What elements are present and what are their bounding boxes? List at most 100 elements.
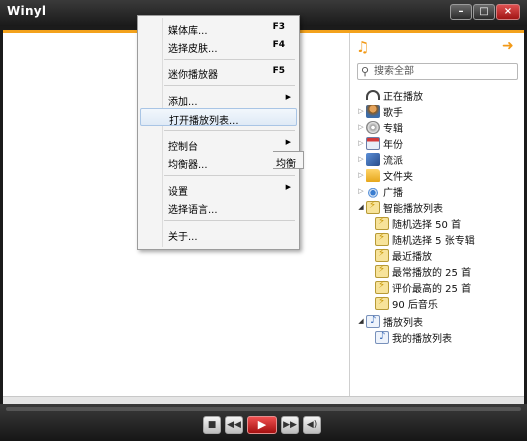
menu-item-label: 选择皮肤... (168, 44, 218, 55)
menu-item-mini-player[interactable]: 迷你播放器 F5 (140, 63, 297, 81)
tree-expander[interactable]: ◢ (356, 203, 366, 211)
tree-item-smart-child[interactable]: 评价最高的 25 首 (375, 279, 471, 295)
tree-expander[interactable]: ▷ (356, 155, 366, 163)
tree-item-folder[interactable]: ▷ 文件夹 (356, 167, 413, 183)
submenu-fragment-label: 均衡 (276, 159, 296, 170)
tree-expander[interactable]: ◢ (356, 317, 366, 325)
menu-item-about[interactable]: 关于... (140, 225, 297, 243)
tree-item-year[interactable]: ▷ 年份 (356, 135, 403, 151)
close-button[interactable]: × (496, 4, 520, 20)
app-title: Winyl (7, 4, 47, 18)
seek-bar[interactable] (6, 407, 521, 411)
tree-item-now-playing[interactable]: 正在播放 (356, 87, 423, 103)
menu-item-label: 选择语言... (168, 205, 218, 216)
submenu-arrow-icon: ▶ (285, 93, 291, 101)
maximize-icon: □ (479, 6, 489, 17)
library-pane: ♫ ➜ ⚲ 正在播放 ▷ 歌手 ▷ 专辑 ▷ (350, 33, 524, 396)
tree-expander[interactable]: ▷ (356, 107, 366, 115)
radio-icon (366, 184, 380, 198)
menu-item-label: 迷你播放器 (168, 70, 218, 81)
smartlist-icon (375, 296, 389, 310)
tree-item-label: 随机选择 50 首 (392, 219, 462, 231)
submenu-arrow-icon: ▶ (285, 183, 291, 191)
playlist-icon (375, 330, 389, 344)
arrow-right-icon[interactable]: ➜ (502, 39, 516, 53)
search-box[interactable]: ⚲ (357, 63, 518, 80)
tree-expander[interactable]: ▷ (356, 171, 366, 179)
minimize-icon: – (458, 6, 464, 17)
menu-item-label: 媒体库... (168, 26, 208, 37)
minimize-button[interactable]: – (450, 4, 472, 20)
tree-item-playlist-child[interactable]: 我的播放列表 (375, 329, 452, 345)
menu-item-add[interactable]: 添加... ▶ (140, 90, 297, 108)
tree-item-label: 90 后音乐 (392, 299, 438, 311)
menu-separator (164, 130, 295, 131)
tree-item-label: 随机选择 5 张专辑 (392, 235, 475, 247)
search-icon: ⚲ (361, 65, 370, 78)
playback-bar: ■ ◀◀ ▶ ▶▶ ◀) (0, 404, 527, 441)
smartlist-icon (375, 280, 389, 294)
tree-expander[interactable]: ▷ (356, 123, 366, 131)
menu-separator (164, 175, 295, 176)
tree-item-label: 广播 (383, 187, 403, 199)
genre-icon (366, 152, 380, 166)
calendar-icon (366, 136, 380, 150)
search-input[interactable] (374, 65, 514, 78)
music-note-icon[interactable]: ♫ (356, 39, 370, 55)
submenu-arrow-icon: ▶ (285, 138, 291, 146)
tree-item-label: 正在播放 (383, 91, 423, 103)
menu-item-shortcut: F3 (272, 22, 285, 32)
playback-controls: ■ ◀◀ ▶ ▶▶ ◀) (203, 416, 321, 434)
volume-button[interactable]: ◀) (303, 416, 321, 434)
menu-item-skin[interactable]: 选择皮肤... F4 (140, 37, 297, 55)
tree-item-radio[interactable]: ▷ 广播 (356, 183, 403, 199)
menu-item-library[interactable]: 媒体库... F3 (140, 19, 297, 37)
volume-icon: ◀) (306, 420, 318, 430)
stop-icon: ■ (207, 420, 217, 430)
tree-item-smart-child[interactable]: 90 后音乐 (375, 295, 438, 311)
menu-item-language[interactable]: 选择语言... (140, 198, 297, 216)
menu-item-open-playlist[interactable]: 打开播放列表... (140, 108, 297, 127)
tree-item-label: 流派 (383, 155, 403, 167)
tree-item-label: 最常播放的 25 首 (392, 267, 472, 279)
headphones-icon (366, 90, 380, 100)
tree-item-smart-child[interactable]: 最近播放 (375, 247, 432, 263)
submenu-fragment[interactable]: 均衡 (273, 151, 304, 170)
menu-item-label: 控制台 (168, 142, 198, 153)
menu-item-label: 打开播放列表... (169, 116, 239, 127)
maximize-button[interactable]: □ (473, 4, 495, 20)
tree-item-label: 智能播放列表 (383, 203, 443, 215)
tree-item-playlists[interactable]: ◢ 播放列表 (356, 313, 423, 329)
tree-expander[interactable]: ▷ (356, 187, 366, 195)
menu-separator (164, 220, 295, 221)
tree-expander[interactable]: ▷ (356, 139, 366, 147)
play-icon: ▶ (257, 418, 267, 431)
tree-item-artist[interactable]: ▷ 歌手 (356, 103, 403, 119)
tree-item-label: 播放列表 (383, 317, 423, 329)
folder-icon (366, 168, 380, 182)
tree-item-album[interactable]: ▷ 专辑 (356, 119, 403, 135)
smartlist-icon (375, 216, 389, 230)
previous-icon: ◀◀ (227, 420, 241, 430)
menu-item-label: 添加... (168, 97, 198, 108)
window-controls: – □ × (450, 4, 520, 20)
next-button[interactable]: ▶▶ (281, 416, 299, 434)
tree-item-smart-child[interactable]: 最常播放的 25 首 (375, 263, 471, 279)
menu-item-label: 关于... (168, 232, 198, 243)
tree-item-label: 专辑 (383, 123, 403, 135)
menu-item-shortcut: F5 (272, 66, 285, 76)
tree-item-smart-child[interactable]: 随机选择 5 张专辑 (375, 231, 475, 247)
tree-item-smart-child[interactable]: 随机选择 50 首 (375, 215, 461, 231)
tree-item-label: 我的播放列表 (392, 333, 452, 345)
menu-item-label: 设置 (168, 187, 188, 198)
smartlist-icon (375, 232, 389, 246)
tree-item-smart-playlists[interactable]: ◢ 智能播放列表 (356, 199, 443, 215)
close-icon: × (503, 6, 513, 17)
menu-item-settings[interactable]: 设置 ▶ (140, 180, 297, 198)
tree-item-genre[interactable]: ▷ 流派 (356, 151, 403, 167)
tree-item-label: 最近播放 (392, 251, 432, 263)
previous-button[interactable]: ◀◀ (225, 416, 243, 434)
menu-separator (164, 85, 295, 86)
play-button[interactable]: ▶ (247, 416, 277, 434)
stop-button[interactable]: ■ (203, 416, 221, 434)
